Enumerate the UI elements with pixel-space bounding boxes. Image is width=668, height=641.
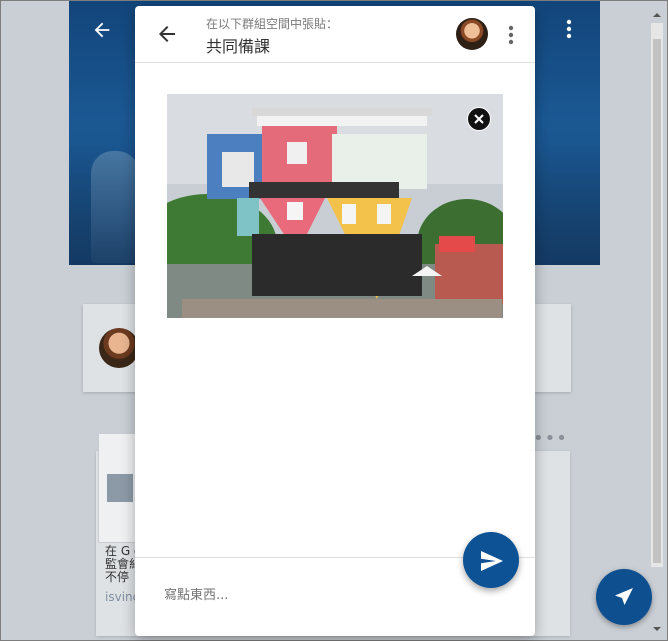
background-more-horiz-icon[interactable]: ••• [533,428,568,449]
dialog-header: 在以下群組空間中張貼： 共同備課 [135,6,535,63]
back-arrow-icon[interactable] [155,22,179,46]
compose-input[interactable] [164,588,464,603]
scroll-up-arrow-icon[interactable] [651,9,663,21]
background-fab-button[interactable] [596,569,652,625]
scrollbar-thumb[interactable] [653,39,661,563]
background-back-arrow-icon[interactable] [91,19,113,41]
remove-photo-button[interactable] [467,107,491,131]
scroll-down-arrow-icon[interactable] [651,623,663,635]
send-button[interactable] [463,532,519,588]
dialog-subtitle: 在以下群組空間中張貼： [206,17,339,31]
send-icon [481,551,503,571]
background-link-thumbnail [98,433,140,543]
close-icon [474,114,484,124]
background-more-vert-icon[interactable] [559,17,579,41]
share-dialog: 在以下群組空間中張貼： 共同備課 [135,6,535,636]
attached-photo [167,94,503,318]
user-avatar[interactable] [456,18,488,50]
background-avatar [99,328,139,368]
navigation-icon [615,588,633,605]
more-vert-icon[interactable] [501,23,521,47]
community-name: 共同備課 [206,37,271,56]
